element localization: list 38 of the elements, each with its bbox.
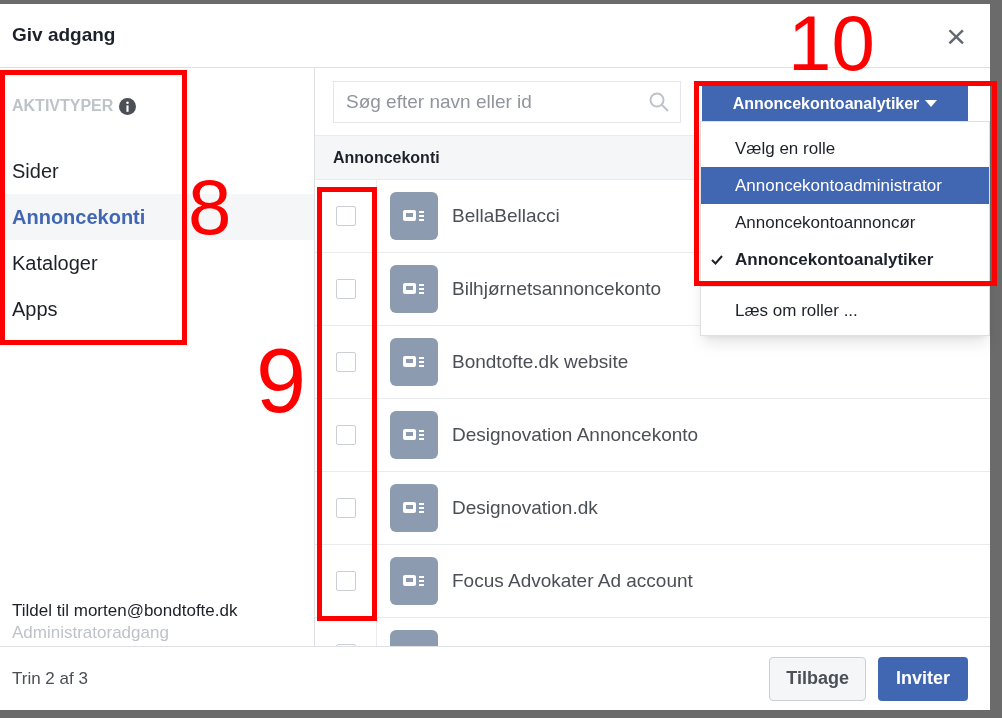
assignee-text: Tildel til morten@bondtofte.dk <box>12 600 239 622</box>
role-option[interactable]: Annoncekontoannoncør <box>701 204 989 241</box>
search-field[interactable]: Søg efter navn eller id <box>333 80 681 123</box>
table-heading: Annoncekonti <box>333 147 440 168</box>
sidebar-item[interactable]: Kataloger <box>0 240 186 286</box>
invite-button[interactable]: Inviter <box>877 656 968 701</box>
row-checkbox[interactable] <box>335 279 356 299</box>
row-checkbox[interactable] <box>335 425 356 445</box>
account-name: BellaBellacci <box>452 203 560 228</box>
row-checkbox[interactable] <box>335 206 356 226</box>
sidebar-item[interactable]: Sider <box>0 148 186 194</box>
account-name: Designovation.dk <box>452 495 598 520</box>
search-icon <box>649 91 669 112</box>
access-text: Administratoradgang <box>12 622 170 644</box>
dialog-title: Giv adgang <box>12 23 116 48</box>
role-option[interactable]: Annoncekontoadministrator <box>701 167 989 204</box>
account-name: Designovation Annoncekonto <box>452 422 699 447</box>
account-name: Bondtofte.dk website <box>452 349 629 374</box>
sidebar-item[interactable]: Apps <box>0 286 186 332</box>
row-checkbox[interactable] <box>335 352 356 372</box>
back-button[interactable]: Tilbage <box>769 656 866 701</box>
check-icon <box>711 254 723 265</box>
roles-link[interactable]: Læs om roller ... <box>701 295 989 327</box>
step-text: Trin 2 af 3 <box>12 667 88 690</box>
info-icon <box>119 97 137 115</box>
role-option[interactable]: Annoncekontoanalytiker <box>701 241 989 278</box>
caret-icon <box>925 100 938 107</box>
account-name: Focus Advokater Ad account <box>452 568 693 593</box>
annotation-number: 10 <box>788 4 875 82</box>
close-button[interactable]: × <box>946 18 966 53</box>
row-checkbox[interactable] <box>335 571 356 591</box>
role-dropdown[interactable]: Annoncekontoanalytiker <box>702 86 968 121</box>
account-name: Bilhjørnetsannoncekonto <box>452 276 662 301</box>
annotation-number: 9 <box>256 336 307 426</box>
section-heading: AKTIVTYPER <box>12 96 114 116</box>
role-option[interactable]: Vælg en rolle <box>701 130 989 167</box>
row-checkbox[interactable] <box>335 498 356 518</box>
annotation-number: 8 <box>188 168 232 246</box>
